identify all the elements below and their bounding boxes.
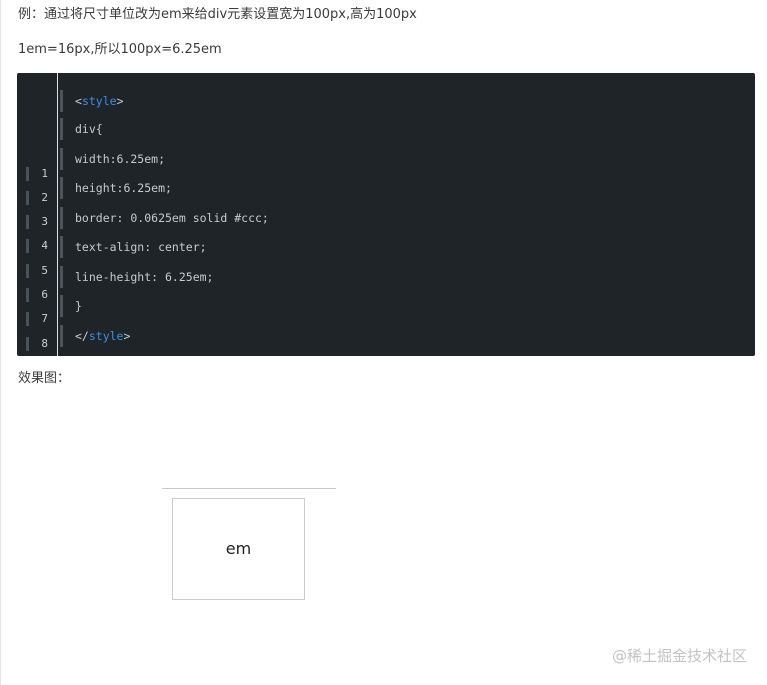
line-number: 7 [26, 312, 54, 326]
code-line: text-align: center; [60, 236, 207, 258]
code-line: </style> [60, 325, 130, 347]
preview-divider [162, 488, 336, 489]
conversion-paragraph: 1em=16px,所以100px=6.25em [18, 42, 222, 57]
page-left-border [0, 0, 1, 685]
line-number: 4 [26, 239, 54, 253]
line-number: 2 [26, 191, 54, 205]
line-number-gutter: 1 2 3 4 5 6 7 8 9 [17, 73, 57, 356]
style-tag: style [88, 329, 124, 343]
gutter-separator [57, 73, 58, 356]
style-tag: style [81, 94, 117, 108]
code-line: } [60, 295, 82, 317]
em-preview-box: em [172, 498, 305, 600]
code-line: div{ [60, 118, 103, 140]
line-number: 6 [26, 288, 54, 302]
code-block: 1 2 3 4 5 6 7 8 9 <style> div{ width:6.2… [17, 73, 755, 356]
result-label: 效果图： [18, 371, 71, 386]
line-number: 1 [26, 167, 54, 181]
line-number: 5 [26, 264, 54, 278]
line-number: 8 [26, 337, 54, 351]
code-line: width:6.25em; [60, 148, 165, 170]
watermark: @稀土掘金技术社区 [611, 647, 747, 665]
code-line: height:6.25em; [60, 177, 172, 199]
code-line: border: 0.0625em solid #ccc; [60, 207, 269, 229]
line-number: 3 [26, 215, 54, 229]
code-line: <style> [60, 90, 124, 112]
intro-paragraph: 例：通过将尺寸单位改为em来给div元素设置宽为100px,高为100px [18, 7, 417, 22]
code-line: line-height: 6.25em; [60, 266, 213, 288]
